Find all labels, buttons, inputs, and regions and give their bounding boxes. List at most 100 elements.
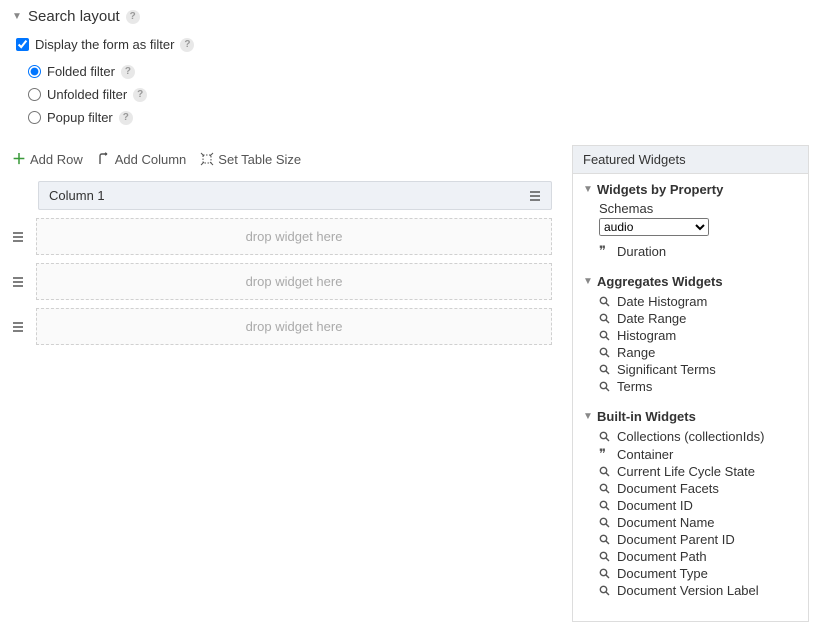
search-icon	[599, 296, 611, 307]
widget-item-label: Duration	[617, 244, 666, 259]
widget-item-label: Document Parent ID	[617, 532, 735, 547]
add-row-button[interactable]: ＋ Add Row	[12, 149, 83, 169]
widget-item-parent-id[interactable]: Document Parent ID	[599, 531, 798, 548]
search-icon	[599, 330, 611, 341]
unfolded-filter-label: Unfolded filter	[47, 87, 127, 102]
widget-item-label: Date Histogram	[617, 294, 707, 309]
drop-target[interactable]: drop widget here	[36, 308, 552, 345]
section-label: Aggregates Widgets	[597, 274, 723, 289]
row-menu-icon[interactable]	[12, 277, 28, 287]
widget-item-range[interactable]: Range	[599, 344, 798, 361]
widgets-by-property-section: ▼ Widgets by Property Schemas audio ❞ Du…	[583, 182, 798, 260]
widget-item-label: Terms	[617, 379, 652, 394]
widget-item-label: Document Type	[617, 566, 708, 581]
plus-icon: ＋	[12, 149, 26, 169]
search-icon	[599, 364, 611, 375]
set-table-size-label: Set Table Size	[218, 152, 301, 167]
help-icon[interactable]: ?	[133, 88, 147, 102]
search-icon	[599, 431, 611, 442]
drop-target[interactable]: drop widget here	[36, 263, 552, 300]
widgets-panel: Featured Widgets ▼ Widgets by Property S…	[572, 145, 809, 622]
display-filter-label: Display the form as filter	[35, 37, 174, 52]
widget-item-label: Histogram	[617, 328, 676, 343]
widgets-by-property-title[interactable]: ▼ Widgets by Property	[583, 182, 798, 197]
table-row: drop widget here	[12, 263, 552, 300]
unfolded-filter-radio[interactable]	[28, 88, 41, 101]
search-icon	[599, 466, 611, 477]
widget-item-label: Significant Terms	[617, 362, 716, 377]
search-icon	[599, 568, 611, 579]
help-icon[interactable]: ?	[121, 65, 135, 79]
table-toolbar: ＋ Add Row Add Column Set Table Size	[12, 145, 552, 173]
widget-item-doc-path[interactable]: Document Path	[599, 548, 798, 565]
search-icon	[599, 551, 611, 562]
display-filter-checkbox[interactable]	[16, 38, 29, 51]
aggregates-widgets-title[interactable]: ▼ Aggregates Widgets	[583, 274, 798, 289]
widget-item-duration[interactable]: ❞ Duration	[599, 242, 798, 260]
add-column-button[interactable]: Add Column	[97, 152, 187, 167]
collapse-icon: ▼	[583, 276, 595, 287]
widget-item-date-range[interactable]: Date Range	[599, 310, 798, 327]
schemas-select[interactable]: audio	[599, 218, 709, 236]
quote-icon: ❞	[599, 243, 611, 259]
widget-item-label: Container	[617, 447, 673, 462]
collapse-icon[interactable]: ▼	[12, 11, 24, 22]
drop-target[interactable]: drop widget here	[36, 218, 552, 255]
builtin-widgets-section: ▼ Built-in Widgets Collections (collecti…	[583, 409, 798, 599]
search-icon	[599, 347, 611, 358]
popup-filter-radio[interactable]	[28, 111, 41, 124]
widget-item-terms[interactable]: Terms	[599, 378, 798, 395]
widget-item-collections[interactable]: Collections (collectionIds)	[599, 428, 798, 445]
widget-item-label: Range	[617, 345, 655, 360]
widget-item-label: Collections (collectionIds)	[617, 429, 764, 444]
folded-filter-row: Folded filter ?	[28, 64, 809, 79]
row-menu-icon[interactable]	[12, 232, 28, 242]
column-header[interactable]: Column 1	[38, 181, 552, 210]
quote-icon: ❞	[599, 446, 611, 462]
search-icon	[599, 483, 611, 494]
widget-item-significant-terms[interactable]: Significant Terms	[599, 361, 798, 378]
widget-item-doc-name[interactable]: Document Name	[599, 514, 798, 531]
widget-item-label: Document Facets	[617, 481, 719, 496]
folded-filter-label: Folded filter	[47, 64, 115, 79]
widget-item-facets[interactable]: Document Facets	[599, 480, 798, 497]
column-label: Column 1	[49, 188, 105, 203]
help-icon[interactable]: ?	[126, 10, 140, 24]
add-column-label: Add Column	[115, 152, 187, 167]
section-title: Search layout	[28, 8, 120, 25]
help-icon[interactable]: ?	[119, 111, 133, 125]
drop-hint: drop widget here	[246, 274, 343, 289]
widget-item-date-histogram[interactable]: Date Histogram	[599, 293, 798, 310]
add-row-label: Add Row	[30, 152, 83, 167]
widget-item-lifecycle[interactable]: Current Life Cycle State	[599, 463, 798, 480]
section-label: Built-in Widgets	[597, 409, 696, 424]
widget-item-doc-id[interactable]: Document ID	[599, 497, 798, 514]
aggregates-widgets-section: ▼ Aggregates Widgets Date Histogram Date…	[583, 274, 798, 395]
widget-item-histogram[interactable]: Histogram	[599, 327, 798, 344]
add-column-icon	[97, 152, 111, 166]
widgets-panel-title: Featured Widgets	[573, 146, 808, 174]
drop-hint: drop widget here	[246, 229, 343, 244]
search-icon	[599, 534, 611, 545]
display-filter-row: Display the form as filter ?	[16, 37, 809, 52]
row-menu-icon[interactable]	[12, 322, 28, 332]
column-menu-icon[interactable]	[529, 191, 541, 201]
widget-item-label: Document ID	[617, 498, 693, 513]
table-size-icon	[200, 152, 214, 166]
widget-item-label: Document Version Label	[617, 583, 759, 598]
builtin-widgets-title[interactable]: ▼ Built-in Widgets	[583, 409, 798, 424]
help-icon[interactable]: ?	[180, 38, 194, 52]
widget-item-container[interactable]: ❞ Container	[599, 445, 798, 463]
widget-item-label: Document Path	[617, 549, 707, 564]
popup-filter-label: Popup filter	[47, 110, 113, 125]
widget-item-version-label[interactable]: Document Version Label	[599, 582, 798, 599]
popup-filter-row: Popup filter ?	[28, 110, 809, 125]
folded-filter-radio[interactable]	[28, 65, 41, 78]
table-row: drop widget here	[12, 218, 552, 255]
widget-item-label: Document Name	[617, 515, 715, 530]
search-icon	[599, 585, 611, 596]
widget-item-doc-type[interactable]: Document Type	[599, 565, 798, 582]
search-icon	[599, 517, 611, 528]
set-table-size-button[interactable]: Set Table Size	[200, 152, 301, 167]
section-header: ▼ Search layout ?	[12, 8, 809, 25]
